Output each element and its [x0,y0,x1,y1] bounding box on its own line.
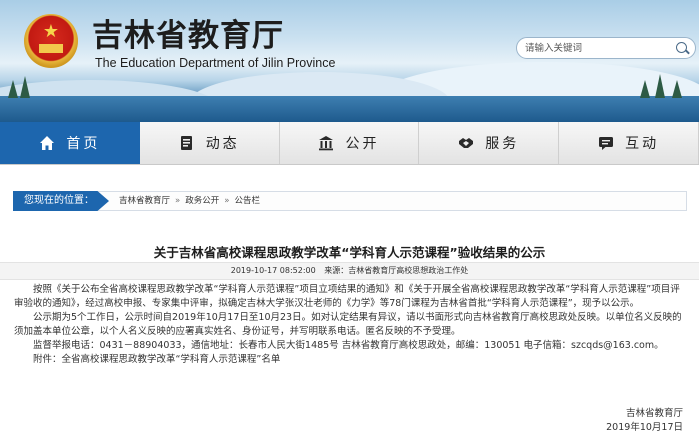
site-subtitle: The Education Department of Jilin Provin… [95,56,336,70]
document-icon [179,135,195,151]
lake-decoration [0,96,699,122]
breadcrumb-label: 您现在的位置： [13,191,109,211]
article-paragraph: 按照《关于公布全省高校课程思政教学改革“学科育人示范课程”项目立项结果的通知》和… [14,284,680,309]
article-paragraph: 公示期为5个工作日，公示时间自2019年10月17日至10月23日。如对认定结果… [14,312,682,337]
signature-date: 2019年10月17日 [606,422,683,433]
article-meta: 2019-10-17 08:52:00 来源：吉林省教育厅高校思想政治工作处 [0,262,699,280]
article-source: 来源：吉林省教育厅高校思想政治工作处 [324,266,469,275]
site-title[interactable]: 吉林省教育厅 [92,18,284,54]
article-body: 按照《关于公布全省高校课程思政教学改革“学科育人示范课程”项目立项结果的通知》和… [14,283,688,367]
main-nav: 首页 动态 公开 服务 互动 [0,122,699,165]
tree-decoration [20,76,30,98]
national-emblem-icon[interactable]: ★ [24,14,78,68]
nav-label: 首页 [66,136,101,152]
breadcrumb-link-home[interactable]: 吉林省教育厅 [119,192,170,210]
article-date: 2019-10-17 08:52:00 [230,266,316,275]
attachment-link[interactable]: 附件：全省高校课程思政教学改革“学科育人示范课程”名单 [14,353,688,367]
breadcrumb-separator: » [224,196,230,206]
tree-decoration [8,80,18,98]
search-icon[interactable] [676,42,687,53]
nav-label: 动态 [205,136,240,152]
nav-item-service[interactable]: 服务 [419,122,560,164]
nav-label: 互动 [625,136,660,152]
search-input[interactable] [525,40,671,56]
breadcrumb-link-bulletin[interactable]: 公告栏 [234,192,260,210]
nav-item-news[interactable]: 动态 [140,122,280,164]
tree-decoration [640,80,650,98]
search-box[interactable] [516,37,696,59]
chat-icon [598,135,614,151]
site-header: ★ 吉林省教育厅 The Education Department of Jil… [0,0,699,122]
nav-item-interact[interactable]: 互动 [559,122,699,164]
signature-org: 吉林省教育厅 [625,408,683,419]
article-title: 关于吉林省高校课程思政教学改革“学科育人示范课程”验收结果的公示 [153,245,546,260]
breadcrumb-link-public[interactable]: 政务公开 [185,192,219,210]
tree-decoration [655,74,665,98]
home-icon [39,135,55,151]
breadcrumb: 您现在的位置： 吉林省教育厅 » 政务公开 » 公告栏 [13,191,687,211]
breadcrumb-separator: » [175,196,181,206]
article-paragraph: 监督举报电话：0431－88904033，通信地址：长春市人民大街1485号 吉… [33,340,664,351]
building-icon [318,135,334,151]
nav-item-public[interactable]: 公开 [280,122,420,164]
nav-label: 公开 [345,136,380,152]
tree-decoration [672,80,682,98]
handshake-icon [458,135,474,151]
nav-label: 服务 [485,136,520,152]
nav-item-home[interactable]: 首页 [0,122,140,164]
